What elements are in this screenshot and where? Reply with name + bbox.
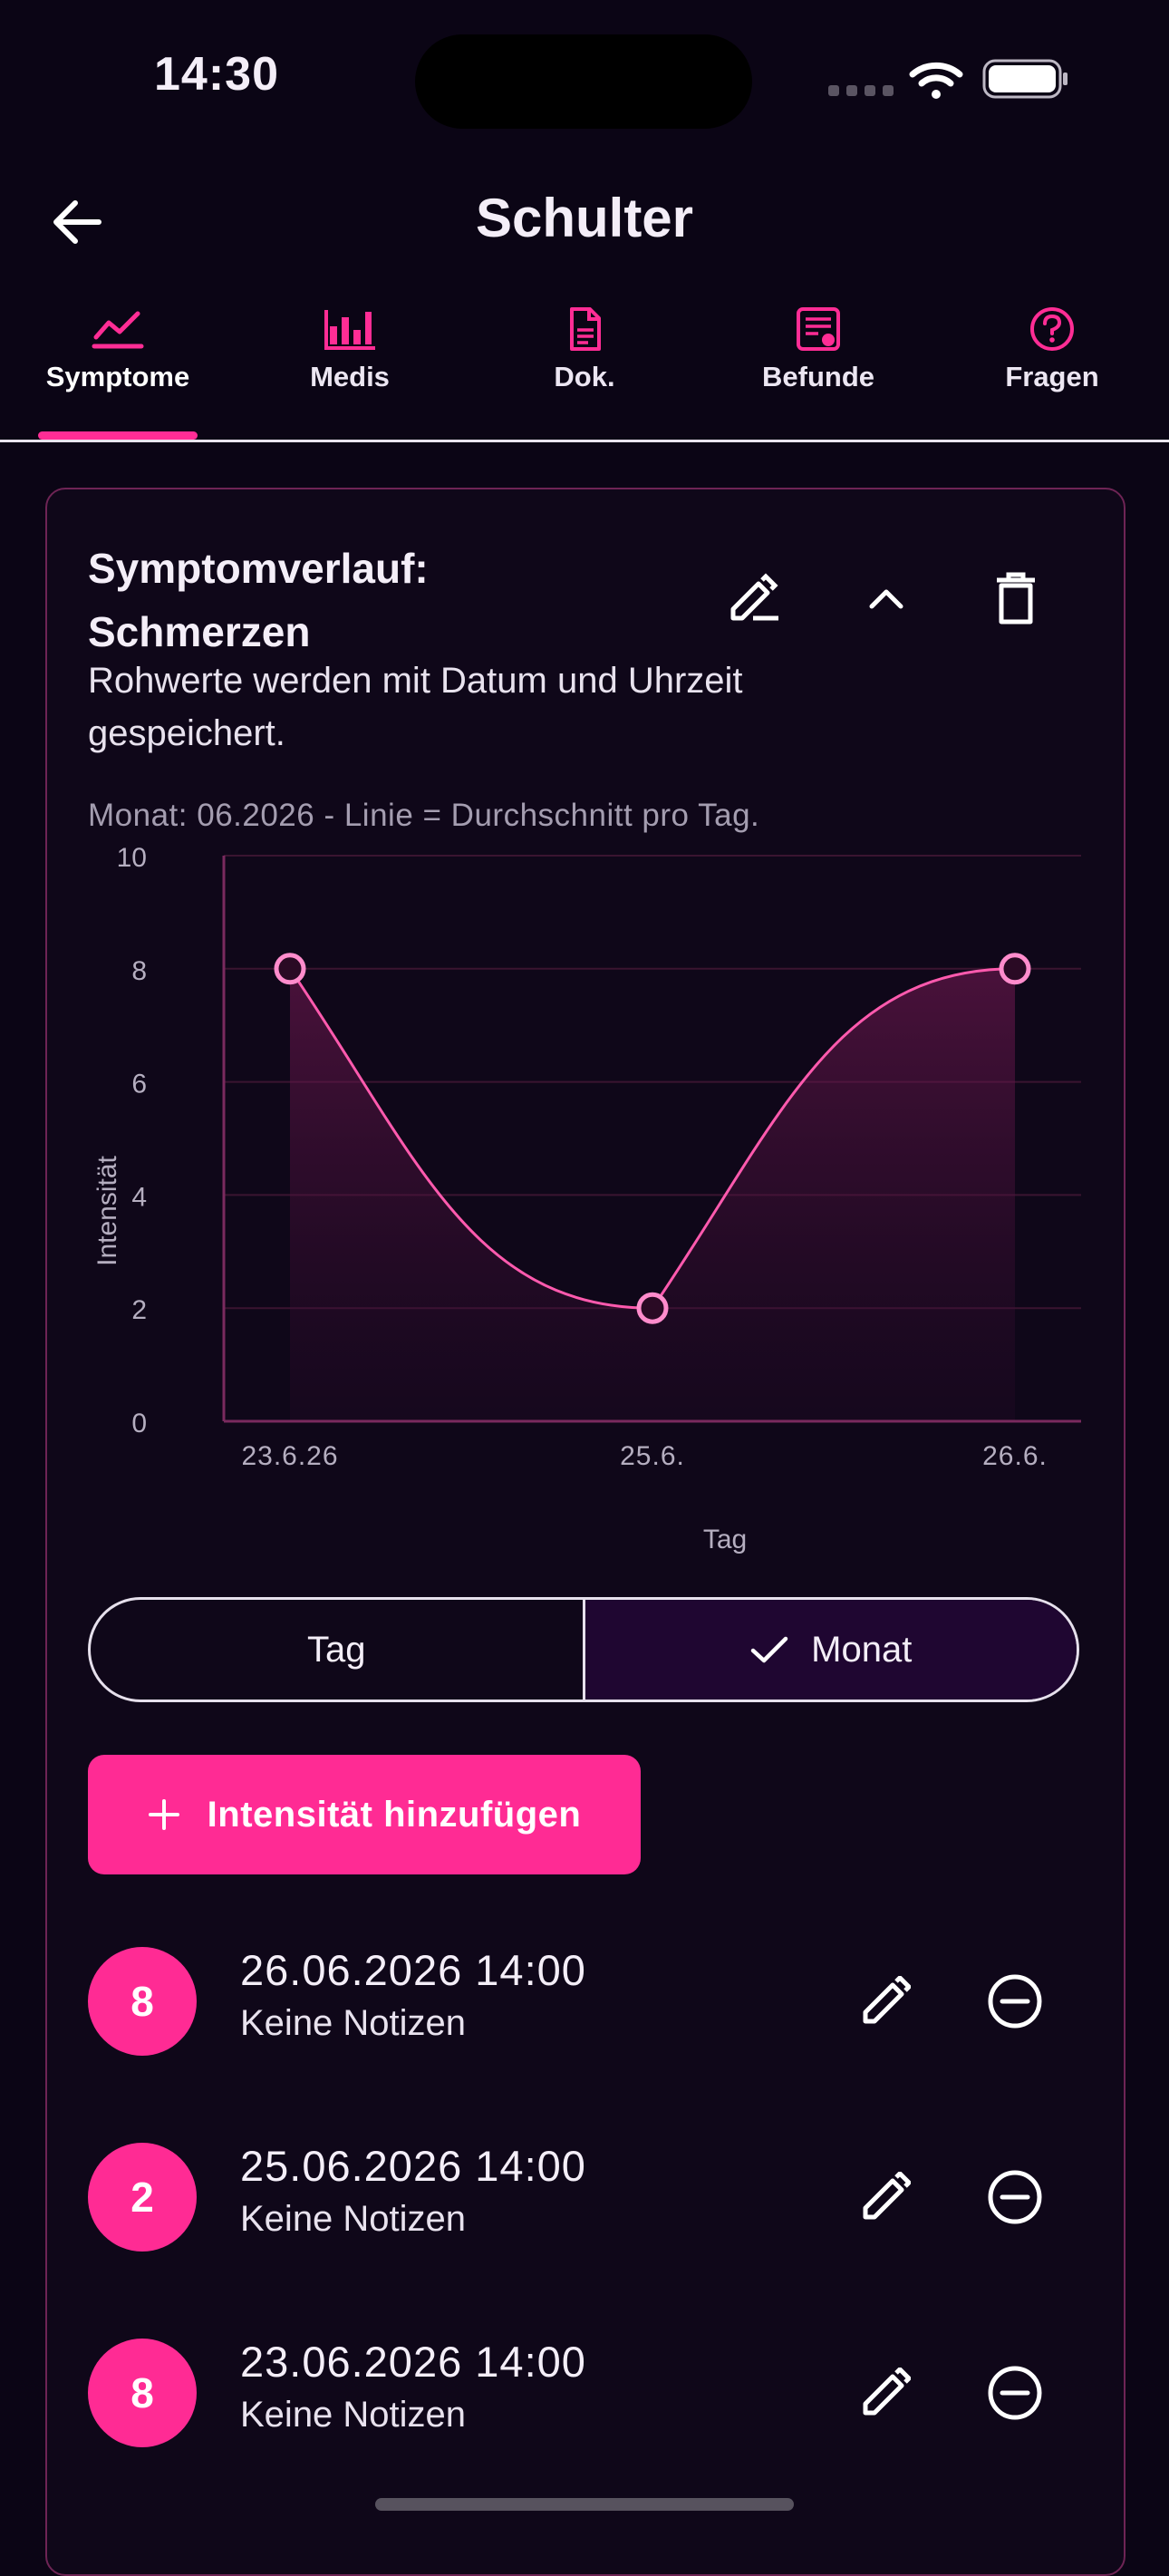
toggle-tag-label: Tag (307, 1629, 366, 1670)
delete-entry-button[interactable] (971, 2349, 1058, 2436)
entry-note: Keine Notizen (240, 2199, 467, 2239)
view-toggle: Tag Monat (88, 1597, 1079, 1702)
data-point (636, 1292, 669, 1324)
card-subtitle: Rohwerte werden mit Datum und Uhrzeit ge… (88, 661, 743, 753)
chart-caption: Monat: 06.2026 - Linie = Durchschnitt pr… (88, 798, 760, 833)
entry-note: Keine Notizen (240, 2003, 467, 2043)
list-item: 8 26.06.2026 14:00 Keine Notizen (88, 1938, 1085, 2065)
edit-entry-button[interactable] (842, 1958, 929, 2045)
tab-bar: Symptome Medis Dok. Befunde Fragen (0, 299, 1169, 442)
pencil-icon (863, 2172, 911, 2220)
document-icon (570, 307, 601, 351)
y-tick-label: 6 (131, 1070, 147, 1099)
minus-circle-icon (988, 1974, 1042, 2029)
tab-befunde[interactable]: Befunde (719, 299, 918, 440)
toggle-tag[interactable]: Tag (91, 1600, 585, 1700)
intensity-badge: 8 (88, 1947, 197, 2056)
toggle-monat-label: Monat (811, 1629, 913, 1670)
tab-label: Symptome (45, 361, 190, 392)
tab-label: Befunde (762, 361, 874, 392)
minus-circle-icon (988, 2366, 1042, 2420)
y-tick-label: 2 (131, 1295, 147, 1325)
symptom-chart: 0 2 4 6 8 10 23.6.26 25.6. 26.6. Tag Intensität (92, 843, 1081, 1554)
report-icon (797, 307, 840, 351)
y-tick-label: 0 (131, 1409, 147, 1438)
wifi-icon (909, 62, 963, 99)
check-icon (750, 1636, 788, 1663)
entry-datetime: 23.06.2026 14:00 (240, 2338, 586, 2386)
data-point (274, 953, 306, 985)
card-title: Symptomverlauf: Schmerzen (88, 545, 429, 655)
line-chart-icon (92, 311, 144, 349)
pencil-icon (863, 1976, 911, 2024)
tab-label: Fragen (1005, 361, 1099, 392)
tab-label: Medis (310, 361, 390, 392)
tab-dok[interactable]: Dok. (485, 299, 684, 440)
active-tab-indicator (38, 431, 198, 440)
page-title: Schulter (475, 188, 694, 248)
add-intensity-button[interactable]: Intensität hinzufügen (88, 1755, 641, 1874)
toggle-monat[interactable]: Monat (584, 1600, 1077, 1700)
status-time: 14:30 (154, 48, 279, 101)
add-intensity-label: Intensität hinzufügen (207, 1794, 582, 1835)
edit-pen-icon (730, 573, 778, 621)
y-axis-label: Intensität (92, 1155, 122, 1265)
home-indicator (375, 2498, 794, 2511)
y-tick-label: 10 (117, 843, 147, 873)
tab-symptome[interactable]: Symptome (18, 299, 217, 440)
x-tick-label: 23.6.26 (241, 1441, 338, 1471)
delete-symptom-button[interactable] (980, 562, 1052, 634)
delete-entry-button[interactable] (971, 2154, 1058, 2241)
edit-entry-button[interactable] (842, 2154, 929, 2241)
tab-label: Dok. (554, 361, 615, 392)
delete-entry-button[interactable] (971, 1958, 1058, 2045)
bar-chart-icon (324, 310, 375, 350)
intensity-badge: 2 (88, 2143, 197, 2252)
plus-icon (148, 1799, 179, 1830)
minus-circle-icon (988, 2170, 1042, 2224)
entry-note: Keine Notizen (240, 2395, 467, 2435)
battery-icon (982, 59, 1068, 99)
pencil-icon (863, 2368, 911, 2416)
data-point (999, 953, 1031, 985)
x-axis-label: Tag (703, 1525, 747, 1554)
edit-entry-button[interactable] (842, 2349, 929, 2436)
edit-title-button[interactable] (718, 562, 790, 634)
tab-medis[interactable]: Medis (250, 299, 449, 440)
y-tick-label: 4 (131, 1182, 147, 1212)
help-circle-icon (1030, 307, 1074, 351)
entry-datetime: 25.06.2026 14:00 (240, 2142, 586, 2190)
y-tick-label: 8 (131, 956, 147, 986)
dynamic-island (415, 34, 752, 129)
x-tick-label: 25.6. (620, 1441, 685, 1471)
trash-icon (997, 572, 1035, 625)
collapse-button[interactable] (850, 562, 923, 634)
x-tick-label: 26.6. (982, 1441, 1048, 1471)
list-item: 2 25.06.2026 14:00 Keine Notizen (88, 2134, 1085, 2261)
intensity-badge: 8 (88, 2339, 197, 2447)
list-item: 8 23.06.2026 14:00 Keine Notizen (88, 2329, 1085, 2456)
entry-datetime: 26.06.2026 14:00 (240, 1946, 586, 1994)
cellular-signal-icon (828, 85, 894, 96)
tab-fragen[interactable]: Fragen (952, 299, 1152, 440)
chevron-up-icon (869, 589, 903, 609)
